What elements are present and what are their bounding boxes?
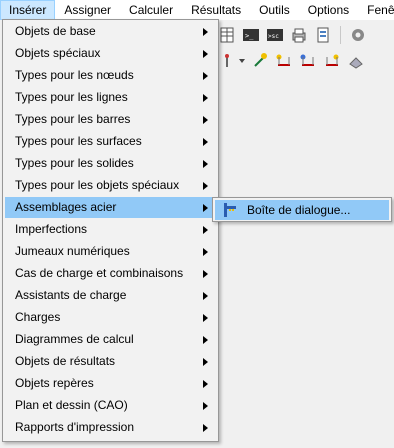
submenu-arrow-icon — [203, 138, 208, 146]
submenu-arrow-icon — [203, 248, 208, 256]
settings-icon[interactable] — [349, 26, 367, 44]
submenu-arrow-icon — [203, 50, 208, 58]
menu-item-types-noeuds[interactable]: Types pour les nœuds — [5, 65, 216, 86]
submenu-arrow-icon — [203, 314, 208, 322]
node-star-icon[interactable] — [251, 52, 269, 70]
menu-item-label: Rapports d'impression — [15, 420, 135, 434]
menu-item-label: Plan et dessin (CAO) — [15, 398, 128, 412]
submenu-arrow-icon — [203, 94, 208, 102]
submenu-arrow-icon — [203, 270, 208, 278]
menu-fenetre[interactable]: Fenêtre — [358, 0, 394, 20]
menu-item-objets-resultats[interactable]: Objets de résultats — [5, 351, 216, 372]
menu-item-types-barres[interactable]: Types pour les barres — [5, 109, 216, 130]
menu-bar: Insérer Assigner Calculer Résultats Outi… — [0, 0, 394, 20]
print-icon[interactable] — [290, 26, 308, 44]
svg-text:>_: >_ — [245, 32, 254, 40]
menu-item-cas-de-charge[interactable]: Cas de charge et combinaisons — [5, 263, 216, 284]
member-support-icon[interactable] — [323, 52, 341, 70]
menu-item-types-lignes[interactable]: Types pour les lignes — [5, 87, 216, 108]
menu-calculer[interactable]: Calculer — [120, 0, 182, 20]
menu-item-assemblages-acier[interactable]: Assemblages acier — [5, 197, 216, 218]
menu-item-imperfections[interactable]: Imperfections — [5, 219, 216, 240]
menu-item-label: Diagrammes de calcul — [15, 332, 134, 346]
member-red-icon[interactable] — [275, 52, 293, 70]
menu-outils[interactable]: Outils — [250, 0, 299, 20]
menu-item-label: Assemblages acier — [15, 200, 117, 214]
menu-item-label: Boîte de dialogue... — [247, 203, 351, 217]
submenu-arrow-icon — [203, 72, 208, 80]
toolbar-row-2 — [218, 49, 365, 73]
toolbar-separator — [340, 26, 341, 44]
menu-item-objets-reperes[interactable]: Objets repères — [5, 373, 216, 394]
console-icon[interactable]: >_ — [242, 26, 260, 44]
submenu-arrow-icon — [203, 380, 208, 388]
menu-item-label: Objets spéciaux — [15, 46, 101, 60]
submenu-arrow-icon — [203, 226, 208, 234]
menu-item-label: Types pour les surfaces — [15, 134, 142, 148]
menu-item-label: Objets de base — [15, 24, 96, 38]
steel-joints-submenu: Boîte de dialogue... — [212, 197, 392, 222]
menu-resultats[interactable]: Résultats — [182, 0, 250, 20]
submenu-arrow-icon — [203, 28, 208, 36]
menu-item-label: Imperfections — [15, 222, 88, 236]
menu-item-types-objets-speciaux[interactable]: Types pour les objets spéciaux — [5, 175, 216, 196]
submenu-arrow-icon — [203, 182, 208, 190]
menu-item-diagrammes-calcul[interactable]: Diagrammes de calcul — [5, 329, 216, 350]
menu-item-objets-speciaux[interactable]: Objets spéciaux — [5, 43, 216, 64]
menu-item-label: Types pour les barres — [15, 112, 131, 126]
menu-item-types-surfaces[interactable]: Types pour les surfaces — [5, 131, 216, 152]
script-console-icon[interactable]: >sc — [266, 26, 284, 44]
menu-item-label: Types pour les nœuds — [15, 68, 134, 82]
menu-item-jumeaux-numeriques[interactable]: Jumeaux numériques — [5, 241, 216, 262]
insert-menu-dropdown: Objets de base Objets spéciaux Types pou… — [2, 19, 219, 442]
menu-item-label: Cas de charge et combinaisons — [15, 266, 184, 280]
submenu-arrow-icon — [203, 336, 208, 344]
submenu-arrow-icon — [203, 160, 208, 168]
menu-item-boite-de-dialogue[interactable]: Boîte de dialogue... — [215, 200, 389, 220]
menu-item-assistants-charge[interactable]: Assistants de charge — [5, 285, 216, 306]
pin-icon[interactable] — [218, 52, 236, 70]
member-blue-icon[interactable] — [299, 52, 317, 70]
table-icon[interactable] — [218, 26, 236, 44]
menu-item-label: Charges — [15, 310, 61, 324]
submenu-arrow-icon — [203, 204, 208, 212]
submenu-arrow-icon — [203, 116, 208, 124]
toolbar-row-1: >_ >sc — [218, 23, 367, 47]
submenu-arrow-icon — [203, 402, 208, 410]
menu-item-label: Objets de résultats — [15, 354, 116, 368]
submenu-arrow-icon — [203, 292, 208, 300]
svg-text:>sc: >sc — [268, 33, 279, 40]
menu-item-objets-de-base[interactable]: Objets de base — [5, 21, 216, 42]
menu-item-label: Types pour les solides — [15, 156, 134, 170]
report-icon[interactable] — [314, 26, 332, 44]
menu-assigner[interactable]: Assigner — [55, 0, 120, 20]
submenu-arrow-icon — [203, 424, 208, 432]
menu-item-charges[interactable]: Charges — [5, 307, 216, 328]
menu-item-plan-et-dessin[interactable]: Plan et dessin (CAO) — [5, 395, 216, 416]
menu-item-label: Jumeaux numériques — [15, 244, 130, 258]
menu-item-label: Assistants de charge — [15, 288, 127, 302]
menu-item-rapports-impression[interactable]: Rapports d'impression — [5, 417, 216, 438]
submenu-arrow-icon — [203, 358, 208, 366]
surface-icon[interactable] — [347, 52, 365, 70]
menu-options[interactable]: Options — [299, 0, 358, 20]
menu-item-label: Types pour les objets spéciaux — [15, 178, 180, 192]
steel-joint-dialog-icon — [224, 203, 236, 217]
chevron-down-icon[interactable] — [239, 59, 245, 63]
menu-item-label: Objets repères — [15, 376, 94, 390]
menu-inserer[interactable]: Insérer — [0, 0, 56, 20]
menu-item-label: Types pour les lignes — [15, 90, 128, 104]
menu-item-types-solides[interactable]: Types pour les solides — [5, 153, 216, 174]
